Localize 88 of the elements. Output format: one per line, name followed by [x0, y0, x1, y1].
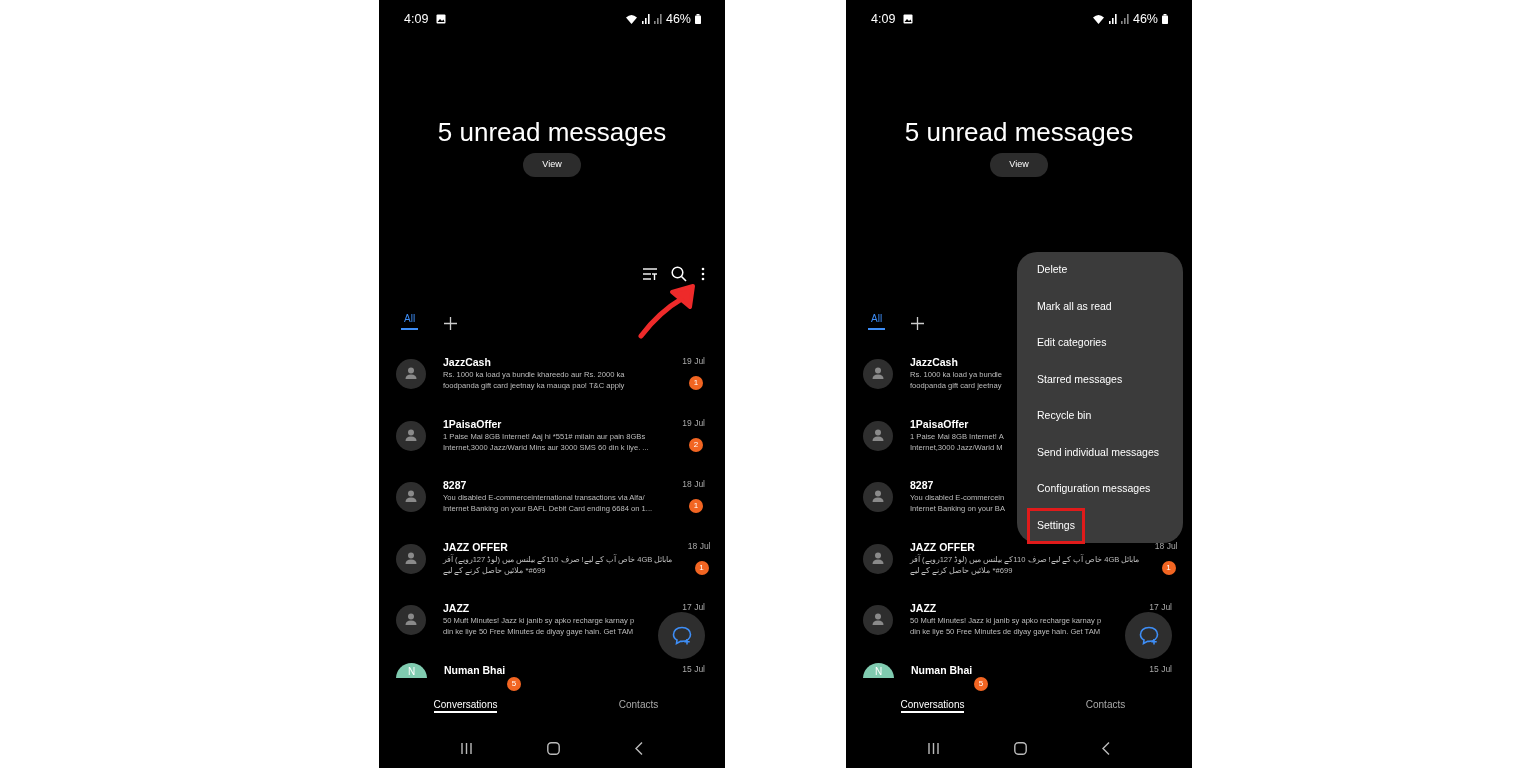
menu-item[interactable]: Send individual messages: [1027, 434, 1169, 471]
clock-time: 4:09: [404, 10, 429, 28]
message-date: 19 Jul: [682, 417, 705, 429]
back-icon[interactable]: [1101, 741, 1110, 755]
annotation-arrow: [638, 284, 695, 339]
signal-icon: [653, 14, 662, 24]
signal-icon: [641, 14, 650, 24]
back-icon[interactable]: [634, 741, 643, 755]
menu-item[interactable]: Mark all as read: [1027, 288, 1122, 325]
more-icon[interactable]: [701, 267, 705, 281]
battery-level: 46%: [1132, 10, 1158, 28]
avatar-initial: N: [407, 664, 416, 677]
view-button[interactable]: View: [990, 153, 1048, 177]
recents-icon[interactable]: [928, 742, 940, 754]
contact-name: JAZZ OFFER: [910, 540, 975, 554]
tab-badge: 5: [507, 677, 521, 691]
contact-name: Numan Bhai: [444, 663, 506, 677]
message-date: 18 Jul: [1154, 540, 1178, 552]
chat-plus-icon: [671, 626, 692, 645]
message-date: 15 Jul: [682, 663, 705, 675]
unread-count: 2: [689, 437, 703, 452]
contact-name: JAZZ: [910, 602, 937, 615]
person-avatar-icon: [396, 543, 426, 574]
contact-name: JazzCash: [443, 356, 491, 369]
battery-icon: [695, 14, 701, 24]
contact-name: JAZZ: [443, 602, 470, 615]
message-date: 17 Jul: [1149, 602, 1172, 613]
view-button[interactable]: View: [523, 153, 581, 177]
unread-count: 1: [694, 560, 709, 575]
battery-level: 46%: [665, 10, 691, 28]
bottom-tab[interactable]: Conversations: [433, 697, 498, 712]
menu-item[interactable]: Starred messages: [1027, 361, 1133, 398]
menu-item[interactable]: Delete: [1027, 252, 1078, 289]
message-date: 15 Jul: [1149, 663, 1172, 675]
message-date: 19 Jul: [682, 356, 705, 367]
menu-item[interactable]: Edit categories: [1027, 325, 1117, 362]
person-avatar-icon: [863, 482, 893, 512]
message-date: 18 Jul: [687, 540, 711, 552]
contact-name: Numan Bhai: [911, 663, 973, 677]
person-avatar-icon: [396, 482, 426, 512]
bottom-tab[interactable]: Contacts: [618, 697, 659, 712]
contact-name: 1PaisaOffer: [443, 417, 502, 431]
contact-name: 1PaisaOffer: [910, 417, 969, 431]
home-icon[interactable]: [547, 741, 560, 755]
category-tab[interactable]: All: [401, 311, 419, 330]
menu-item[interactable]: Configuration messages: [1027, 471, 1161, 508]
plus-icon[interactable]: [911, 317, 925, 330]
avatar-initial: N: [874, 664, 883, 677]
menu-item[interactable]: Recycle bin: [1027, 398, 1102, 435]
person-avatar-icon: [396, 420, 426, 451]
battery-icon: [1162, 14, 1168, 24]
clock-time: 4:09: [871, 10, 896, 28]
unread-headline: 5 unread messages: [903, 116, 1135, 149]
message-date: 18 Jul: [682, 479, 705, 490]
wifi-icon: [1091, 14, 1105, 24]
search-icon[interactable]: [671, 266, 687, 282]
contact-name: JAZZ OFFER: [443, 540, 508, 554]
recents-icon[interactable]: [461, 742, 473, 754]
signal-icon: [1108, 14, 1117, 24]
wifi-icon: [624, 14, 638, 24]
tab-badge: 5: [974, 677, 988, 691]
person-avatar-icon: [863, 605, 893, 635]
person-avatar-icon: [863, 359, 893, 389]
person-avatar-icon: [396, 605, 426, 635]
unread-count: 1: [689, 376, 703, 390]
contact-name: JazzCash: [910, 356, 958, 369]
bottom-tab[interactable]: Conversations: [900, 697, 965, 712]
message-date: 17 Jul: [682, 602, 705, 613]
unread-count: 1: [1161, 560, 1176, 575]
home-icon[interactable]: [1014, 741, 1027, 755]
chat-plus-icon: [1138, 626, 1159, 645]
person-avatar-icon: [396, 359, 426, 389]
person-avatar-icon: [863, 543, 893, 574]
contact-name: 8287: [910, 479, 934, 492]
image-icon: [903, 14, 914, 24]
menu-item[interactable]: Settings: [1027, 507, 1085, 544]
signal-icon: [1120, 14, 1129, 24]
category-tab[interactable]: All: [868, 311, 886, 330]
contact-name: 8287: [443, 479, 467, 492]
unread-headline: 5 unread messages: [436, 116, 668, 149]
unread-count: 1: [689, 499, 703, 513]
person-avatar-icon: [863, 420, 893, 451]
image-icon: [436, 14, 447, 24]
plus-icon[interactable]: [444, 317, 458, 330]
bottom-tab[interactable]: Contacts: [1085, 697, 1126, 712]
compose-button[interactable]: [1125, 612, 1172, 659]
sort-icon[interactable]: [643, 268, 657, 280]
compose-button[interactable]: [658, 612, 705, 659]
